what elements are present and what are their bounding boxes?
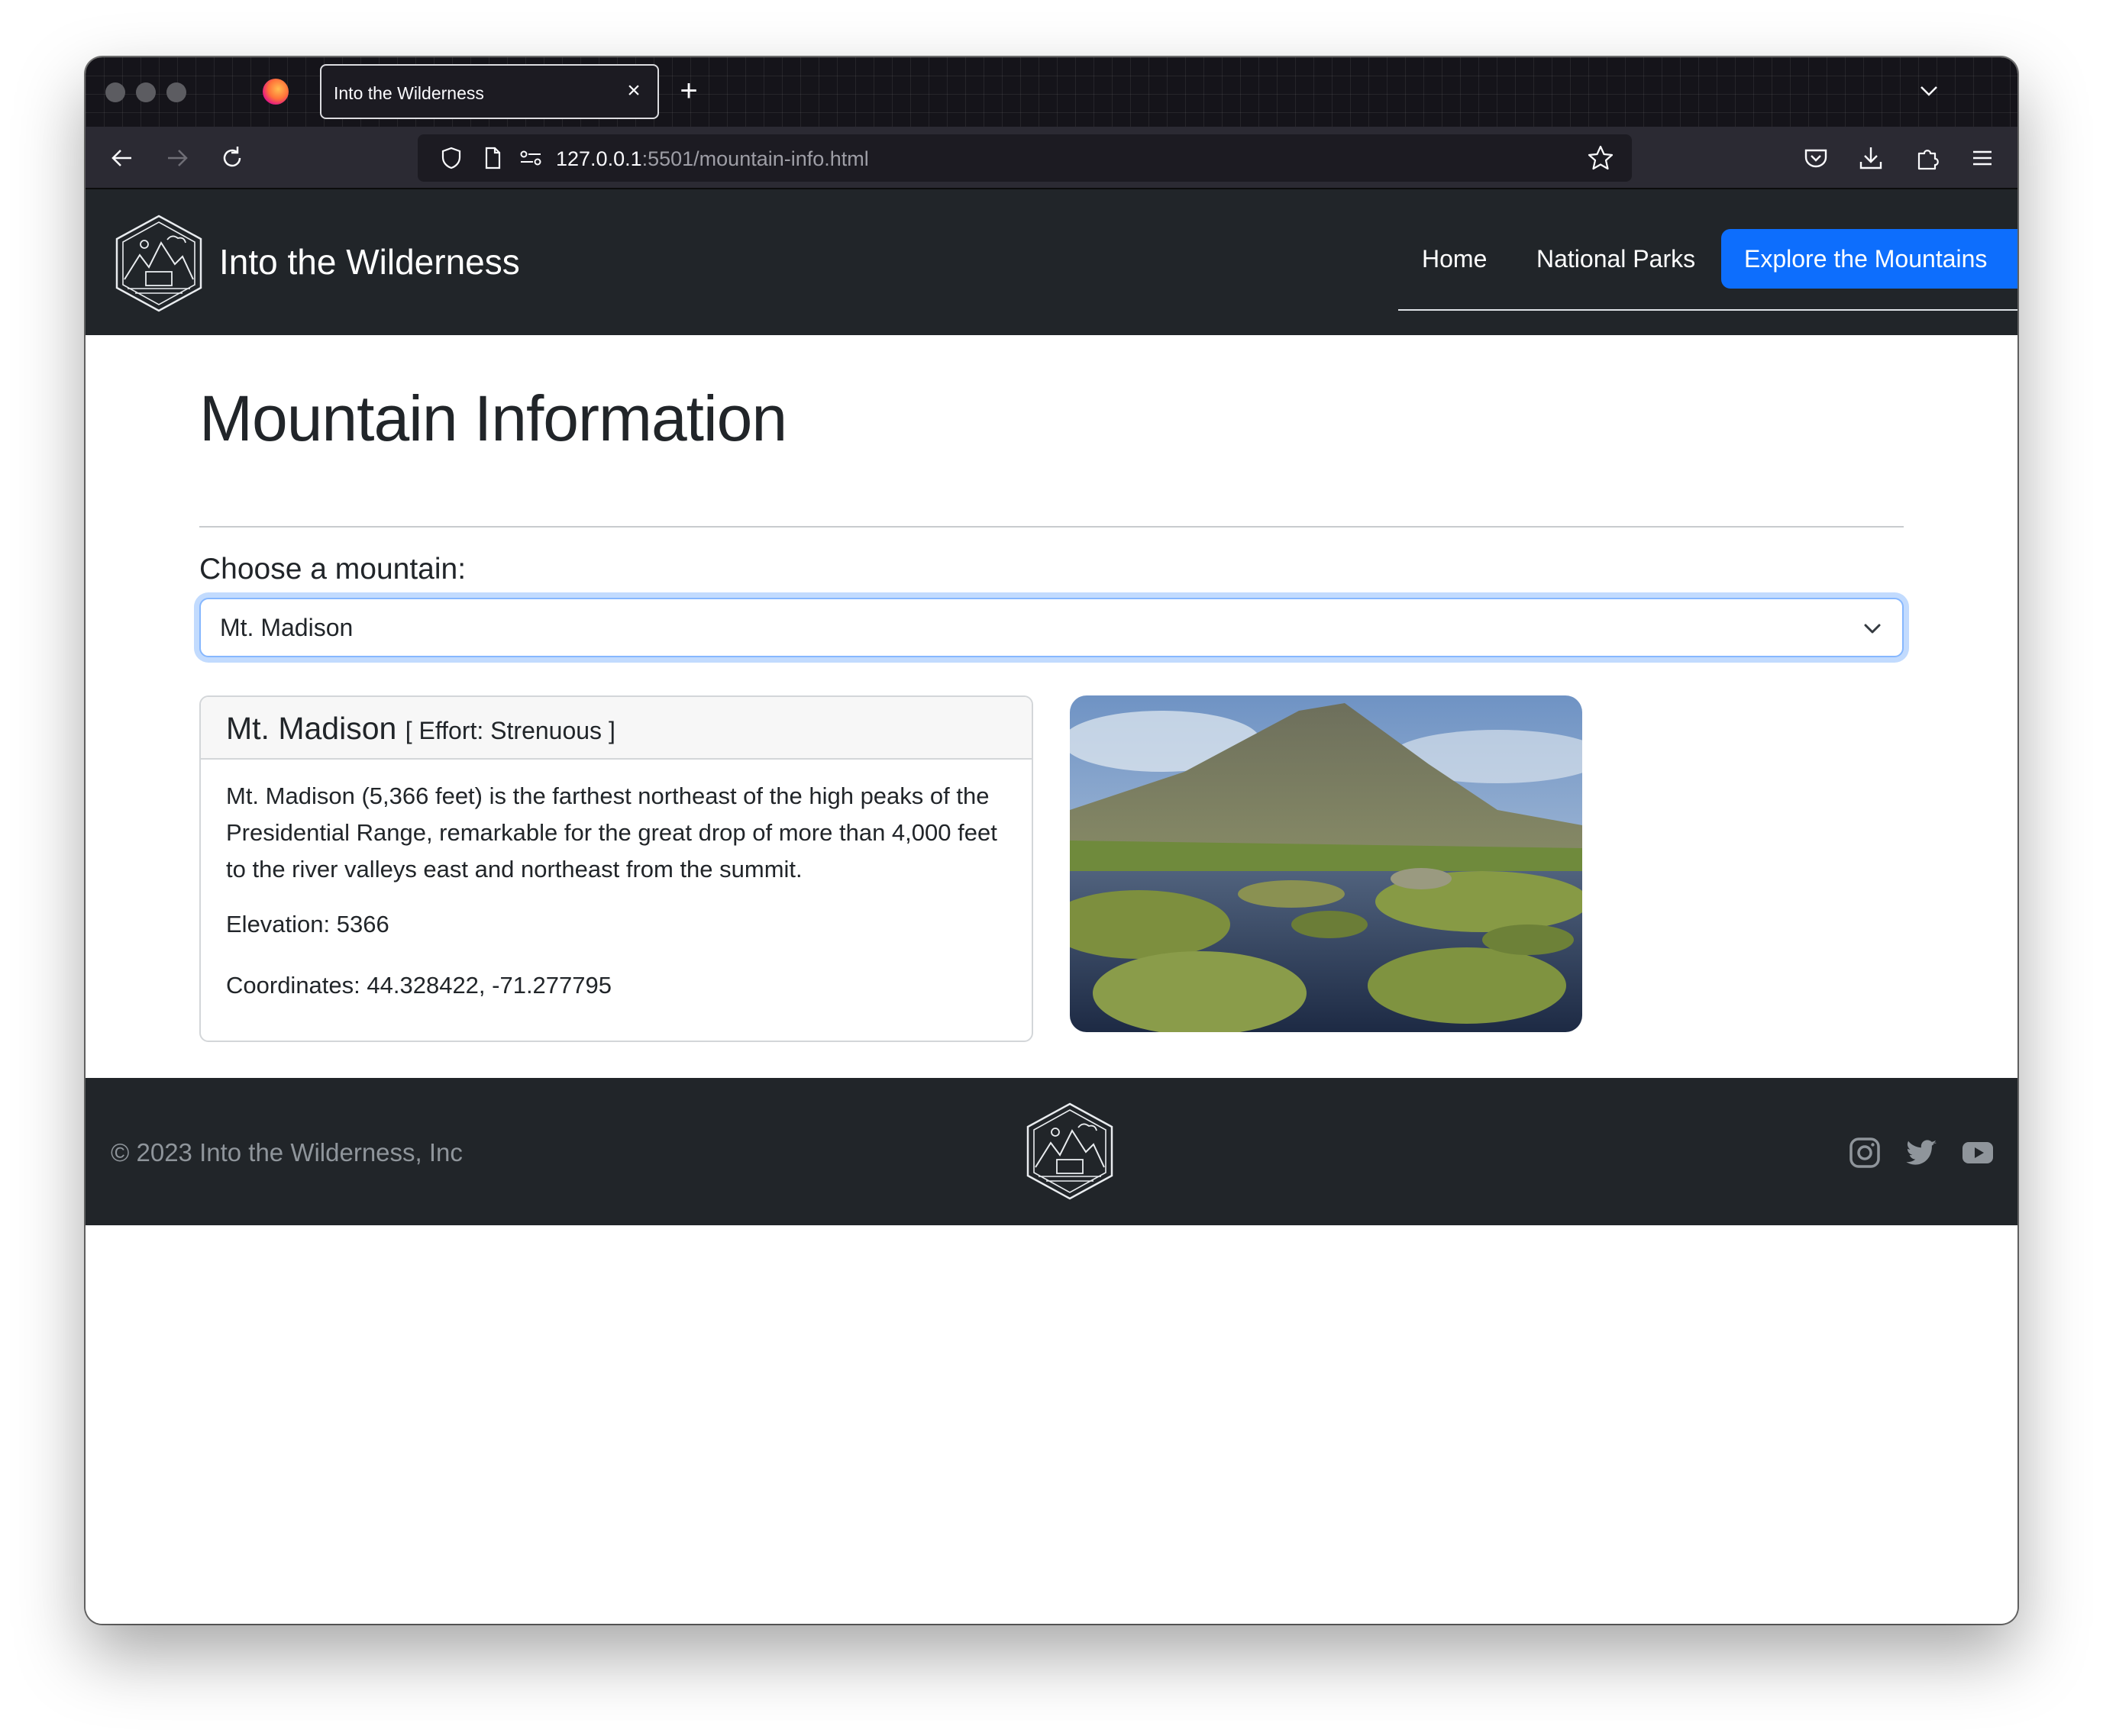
site-footer: © 2023 Into the Wilderness, Inc — [86, 1078, 2017, 1225]
shield-icon[interactable] — [438, 144, 465, 172]
forward-arrow-icon[interactable] — [162, 143, 192, 173]
url-bar[interactable]: 127.0.0.1:5501/mountain-info.html — [418, 134, 1632, 182]
mountain-select[interactable]: Mt. Madison — [199, 598, 1904, 657]
new-tab-button[interactable]: + — [674, 76, 704, 106]
browser-window: Into the Wilderness × + 127.0.0.1:5501/m… — [86, 57, 2017, 1624]
firefox-icon[interactable] — [263, 79, 289, 105]
mountain-name-text: Mt. Madison — [226, 711, 397, 746]
mountain-card: Mt. Madison [ Effort: Strenuous ] Mt. Ma… — [199, 695, 1033, 1042]
url-path: :5501/mountain-info.html — [641, 147, 869, 170]
instagram-icon[interactable] — [1848, 1136, 1882, 1170]
tab-title: Into the Wilderness — [334, 83, 484, 103]
page-icon[interactable] — [479, 144, 506, 172]
nav-home[interactable]: Home — [1422, 229, 1487, 289]
mountain-description: Mt. Madison (5,366 feet) is the farthest… — [226, 782, 997, 883]
mountain-select-value: Mt. Madison — [220, 614, 354, 641]
close-window-button[interactable] — [105, 82, 125, 102]
youtube-icon[interactable] — [1961, 1136, 1995, 1170]
chevron-down-icon[interactable] — [1914, 76, 1944, 106]
tab-strip: Into the Wilderness × + — [86, 57, 2017, 127]
back-arrow-icon[interactable] — [107, 143, 137, 173]
url-host: 127.0.0.1 — [556, 147, 642, 170]
twitter-icon[interactable] — [1904, 1136, 1938, 1170]
url-text[interactable]: 127.0.0.1:5501/mountain-info.html — [556, 147, 869, 171]
download-icon[interactable] — [1856, 143, 1886, 173]
mountain-name: Mt. Madison [ Effort: Strenuous ] — [226, 711, 615, 747]
title-divider — [199, 526, 1904, 528]
permissions-icon[interactable] — [517, 144, 544, 172]
mountain-photo — [1070, 695, 1582, 1032]
footer-logo-icon[interactable] — [1025, 1101, 1115, 1202]
bookmark-star-icon[interactable] — [1586, 144, 1615, 173]
hamburger-menu-icon[interactable] — [1967, 143, 1998, 173]
reload-icon[interactable] — [217, 143, 247, 173]
brand-name[interactable]: Into the Wilderness — [219, 241, 520, 282]
nav-explore-mountains[interactable]: Explore the Mountains — [1721, 229, 2017, 289]
site-header: Into the Wilderness Home National Parks … — [86, 189, 2017, 335]
mountain-elevation: Elevation: 5366 — [226, 911, 389, 937]
copyright-text: © 2023 Into the Wilderness, Inc — [111, 1138, 463, 1166]
tab-into-the-wilderness[interactable]: Into the Wilderness × — [320, 64, 659, 119]
nav-national-parks[interactable]: National Parks — [1536, 229, 1695, 289]
zoom-window-button[interactable] — [166, 82, 186, 102]
nav-divider — [1398, 309, 2017, 311]
chevron-down-icon — [1864, 624, 1881, 634]
tab-close-icon[interactable]: × — [621, 78, 647, 104]
minimize-window-button[interactable] — [136, 82, 156, 102]
pocket-icon[interactable] — [1801, 143, 1831, 173]
mountain-effort: [ Effort: Strenuous ] — [405, 717, 615, 744]
choose-mountain-label: Choose a mountain: — [199, 553, 467, 586]
page-content: Into the Wilderness Home National Parks … — [86, 189, 2017, 1624]
browser-toolbar: 127.0.0.1:5501/mountain-info.html — [86, 127, 2017, 189]
mountain-card-header: Mt. Madison [ Effort: Strenuous ] — [201, 697, 1032, 760]
wilderness-logo-icon[interactable] — [114, 214, 204, 313]
extensions-icon[interactable] — [1912, 143, 1943, 173]
mountain-coordinates: Coordinates: 44.328422, -71.277795 — [226, 972, 612, 999]
page-title: Mountain Information — [199, 382, 787, 454]
